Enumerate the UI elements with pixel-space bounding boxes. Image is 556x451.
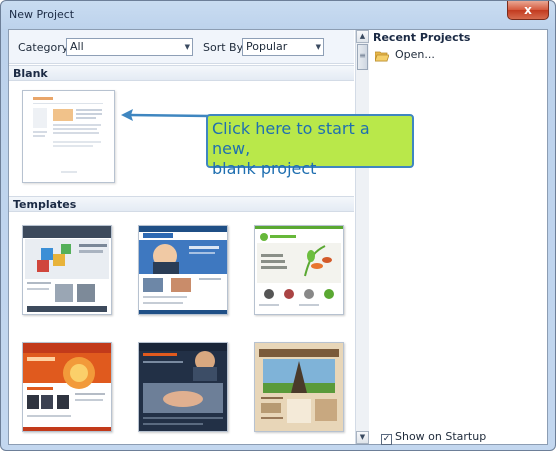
sortby-label: Sort By: (203, 41, 247, 54)
open-project-link[interactable]: Open... (374, 48, 435, 64)
dialog-body: Category: All ▼ Sort By: Popular ▼ Blank (8, 29, 548, 445)
instruction-callout: Click here to start a new, blank project (206, 114, 414, 178)
show-on-startup-checkbox[interactable]: ✓ Show on Startup (381, 430, 486, 445)
gallery-scrollbar[interactable]: ▲ ≡ ▼ (355, 30, 369, 444)
close-button[interactable]: x (507, 1, 549, 20)
checkbox-checked-icon: ✓ (381, 434, 392, 445)
close-icon: x (524, 3, 532, 17)
chevron-down-icon: ▼ (184, 43, 190, 51)
recent-projects-pane: Recent Projects Open... ✓ Show on Startup (369, 30, 547, 445)
category-value: All (70, 40, 84, 53)
chevron-down-icon: ▼ (359, 433, 366, 441)
blank-section-header: Blank (9, 65, 354, 81)
callout-arrow-icon (121, 109, 210, 121)
recent-projects-header: Recent Projects (373, 31, 471, 44)
template-handshake[interactable] (138, 342, 228, 432)
category-label: Category: (18, 41, 72, 54)
sortby-dropdown[interactable]: Popular ▼ (242, 38, 324, 56)
chevron-down-icon: ▼ (315, 43, 321, 51)
template-eiffel-tower[interactable] (254, 342, 344, 432)
callout-line2: blank project (212, 159, 317, 178)
sortby-value: Popular (246, 40, 288, 53)
show-on-startup-label: Show on Startup (395, 430, 487, 443)
template-preview (23, 226, 111, 312)
scroll-up-button[interactable]: ▲ (356, 30, 369, 43)
template-preview (139, 343, 227, 425)
open-label: Open... (395, 48, 435, 61)
filter-bar: Category: All ▼ Sort By: Popular ▼ (9, 30, 354, 64)
window-title: New Project (9, 8, 75, 21)
template-preview (139, 226, 227, 314)
scroll-down-button[interactable]: ▼ (356, 431, 369, 444)
blank-project-thumbnail[interactable] (22, 90, 115, 183)
template-preview (259, 349, 339, 423)
template-preview (255, 226, 343, 306)
new-project-window: New Project x Category: All ▼ Sort By: P… (0, 0, 556, 451)
scrollbar-thumb[interactable]: ≡ (357, 44, 368, 70)
template-greenglow[interactable] (254, 225, 344, 315)
templates-section-header: Templates (9, 196, 354, 212)
template-it-solutions[interactable] (22, 225, 112, 315)
project-gallery: Category: All ▼ Sort By: Popular ▼ Blank (9, 30, 354, 444)
title-bar[interactable]: New Project x (1, 1, 555, 29)
blank-page-preview (33, 97, 103, 173)
category-dropdown[interactable]: All ▼ (66, 38, 193, 56)
template-preview (23, 343, 111, 431)
folder-open-icon (374, 50, 390, 61)
chevron-up-icon: ▲ (359, 32, 366, 40)
callout-line1: Click here to start a new, (212, 119, 370, 158)
template-business-woman[interactable] (138, 225, 228, 315)
template-orange-team[interactable] (22, 342, 112, 432)
